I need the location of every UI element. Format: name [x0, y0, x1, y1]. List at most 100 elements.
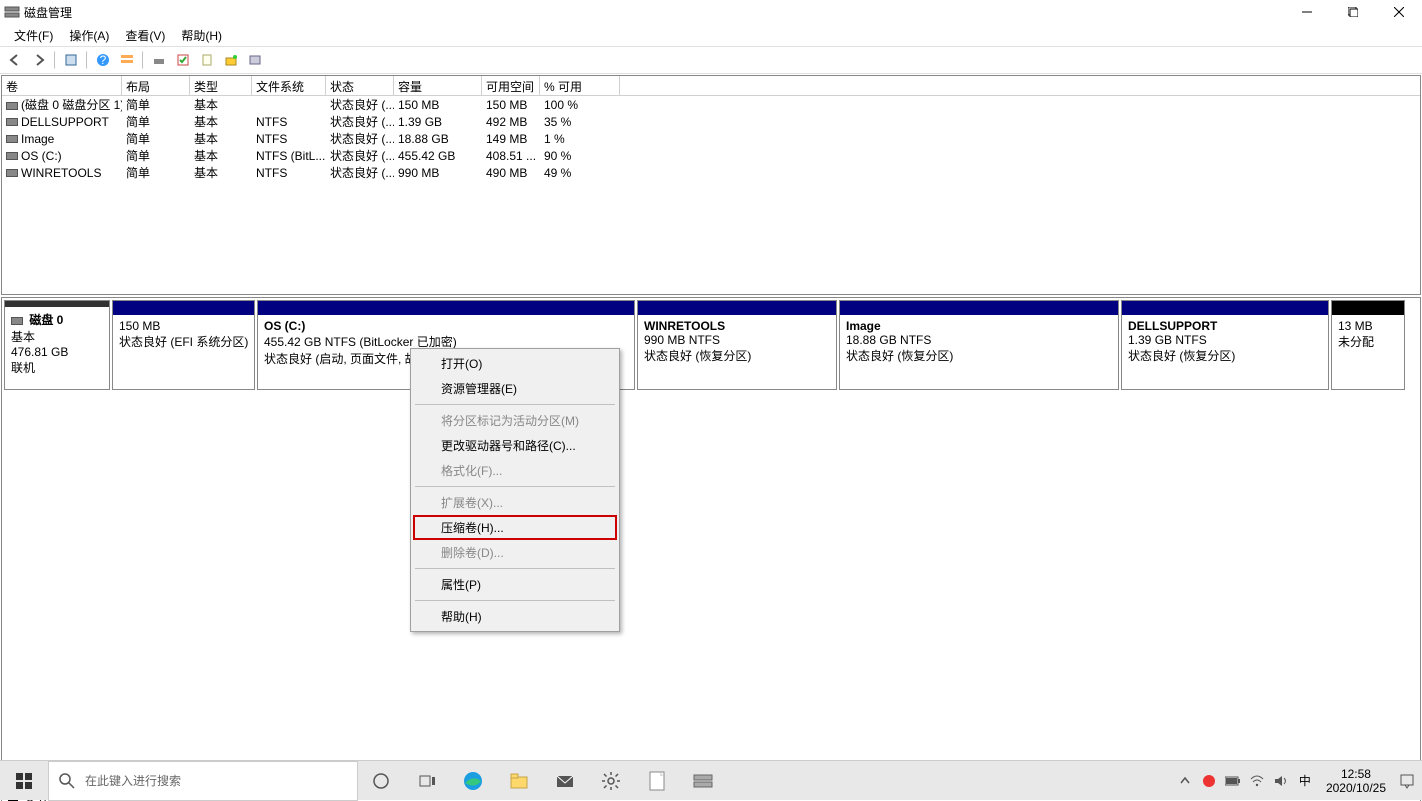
help-icon[interactable]: ? — [92, 49, 114, 71]
cell: 49 % — [540, 166, 620, 180]
column-header[interactable]: % 可用 — [540, 76, 620, 95]
mail-icon[interactable] — [542, 761, 588, 801]
partition-name: Image — [846, 319, 1112, 333]
column-header[interactable]: 布局 — [122, 76, 190, 95]
ctx-help[interactable]: 帮助(H) — [413, 604, 617, 629]
tray-volume-icon[interactable] — [1272, 772, 1290, 790]
tool-icon[interactable] — [148, 49, 170, 71]
ctx-shrink[interactable]: 压缩卷(H)... — [413, 515, 617, 540]
start-button[interactable] — [0, 761, 48, 801]
back-button[interactable] — [4, 49, 26, 71]
cell: 简单 — [122, 113, 190, 130]
cell: 基本 — [190, 130, 252, 147]
settings-icon[interactable] — [588, 761, 634, 801]
tray-chevron-icon[interactable] — [1176, 772, 1194, 790]
menu-help[interactable]: 帮助(H) — [173, 25, 230, 46]
disk-label: 磁盘 0 — [29, 313, 63, 327]
partition[interactable]: WINRETOOLS990 MB NTFS状态良好 (恢复分区) — [637, 300, 837, 390]
diskmgmt-taskbar-icon[interactable] — [680, 761, 726, 801]
partition-name: DELLSUPPORT — [1128, 319, 1322, 333]
tool-icon[interactable] — [244, 49, 266, 71]
volume-list: 卷布局类型文件系统状态容量可用空间% 可用 (磁盘 0 磁盘分区 1)简单基本状… — [1, 75, 1421, 295]
partition[interactable]: Image18.88 GB NTFS状态良好 (恢复分区) — [839, 300, 1119, 390]
cell: NTFS — [252, 115, 326, 129]
cell: 状态良好 (... — [326, 164, 394, 181]
tray-ime[interactable]: 中 — [1296, 772, 1314, 790]
column-header[interactable]: 可用空间 — [482, 76, 540, 95]
taskview-icon[interactable] — [404, 761, 450, 801]
tray-battery-icon[interactable] — [1224, 772, 1242, 790]
partition-size: 150 MB — [119, 319, 248, 333]
cell: 35 % — [540, 115, 620, 129]
volume-row[interactable]: (磁盘 0 磁盘分区 1)简单基本状态良好 (...150 MB150 MB10… — [2, 96, 1420, 113]
edge-icon[interactable] — [450, 761, 496, 801]
tray-notifications-icon[interactable] — [1398, 772, 1416, 790]
toolbar-separator — [142, 51, 144, 69]
cell: WINRETOOLS — [2, 166, 122, 180]
refresh-icon[interactable] — [60, 49, 82, 71]
menu-file[interactable]: 文件(F) — [6, 25, 61, 46]
column-header[interactable]: 容量 — [394, 76, 482, 95]
tool-icon[interactable] — [220, 49, 242, 71]
cell: 简单 — [122, 130, 190, 147]
svg-text:?: ? — [100, 53, 107, 67]
cell: 455.42 GB — [394, 149, 482, 163]
ctx-separator — [415, 600, 615, 601]
cell: NTFS (BitL... — [252, 149, 326, 163]
tray-wifi-icon[interactable] — [1248, 772, 1266, 790]
cell: 18.88 GB — [394, 132, 482, 146]
tool-icon[interactable] — [196, 49, 218, 71]
cell: 状态良好 (... — [326, 147, 394, 164]
search-input[interactable]: 在此键入进行搜索 — [48, 761, 358, 801]
disk-info[interactable]: 磁盘 0 基本 476.81 GB 联机 — [4, 300, 110, 390]
volume-row[interactable]: DELLSUPPORT简单基本NTFS状态良好 (...1.39 GB492 M… — [2, 113, 1420, 130]
menu-action[interactable]: 操作(A) — [61, 25, 117, 46]
context-menu: 打开(O) 资源管理器(E) 将分区标记为活动分区(M) 更改驱动器号和路径(C… — [410, 348, 620, 632]
cell: 状态良好 (... — [326, 96, 394, 113]
partition-name: WINRETOOLS — [644, 319, 830, 333]
disk-icon — [11, 317, 23, 325]
partition-name: OS (C:) — [264, 319, 628, 333]
toolbar-separator — [86, 51, 88, 69]
disk-row: 磁盘 0 基本 476.81 GB 联机 150 MB状态良好 (EFI 系统分… — [4, 300, 1418, 390]
cell: NTFS — [252, 132, 326, 146]
ctx-open[interactable]: 打开(O) — [413, 351, 617, 376]
minimize-button[interactable] — [1284, 0, 1330, 24]
column-header[interactable]: 文件系统 — [252, 76, 326, 95]
cell: 90 % — [540, 149, 620, 163]
tool-icon[interactable] — [172, 49, 194, 71]
menu-view[interactable]: 查看(V) — [117, 25, 173, 46]
explorer-icon[interactable] — [496, 761, 542, 801]
view-icon[interactable] — [116, 49, 138, 71]
partition[interactable]: 150 MB状态良好 (EFI 系统分区) — [112, 300, 255, 390]
ctx-change-letter[interactable]: 更改驱动器号和路径(C)... — [413, 433, 617, 458]
maximize-button[interactable] — [1330, 0, 1376, 24]
menu-bar: 文件(F) 操作(A) 查看(V) 帮助(H) — [0, 24, 1422, 46]
title-bar: 磁盘管理 — [0, 0, 1422, 24]
cell: 490 MB — [482, 166, 540, 180]
tray-clock[interactable]: 12:58 2020/10/25 — [1320, 767, 1392, 795]
tray-qq-icon[interactable] — [1200, 772, 1218, 790]
app-icon — [4, 4, 20, 20]
forward-button[interactable] — [28, 49, 50, 71]
ctx-explorer[interactable]: 资源管理器(E) — [413, 376, 617, 401]
column-header[interactable]: 类型 — [190, 76, 252, 95]
cortana-icon[interactable] — [358, 761, 404, 801]
partition[interactable]: 13 MB未分配 — [1331, 300, 1405, 390]
volume-row[interactable]: OS (C:)简单基本NTFS (BitL...状态良好 (...455.42 … — [2, 147, 1420, 164]
volume-row[interactable]: Image简单基本NTFS状态良好 (...18.88 GB149 MB1 % — [2, 130, 1420, 147]
cell: 150 MB — [482, 98, 540, 112]
column-header[interactable]: 状态 — [326, 76, 394, 95]
disk-size: 476.81 GB — [11, 345, 103, 359]
volume-row[interactable]: WINRETOOLS简单基本NTFS状态良好 (...990 MB490 MB4… — [2, 164, 1420, 181]
notepad-icon[interactable] — [634, 761, 680, 801]
cell: 492 MB — [482, 115, 540, 129]
cell: 基本 — [190, 113, 252, 130]
partition-status: 未分配 — [1338, 333, 1398, 350]
close-button[interactable] — [1376, 0, 1422, 24]
partition-size: 990 MB NTFS — [644, 333, 830, 347]
column-header[interactable]: 卷 — [2, 76, 122, 95]
taskbar: 在此键入进行搜索 中 12:58 2020/10/25 — [0, 760, 1422, 800]
ctx-properties[interactable]: 属性(P) — [413, 572, 617, 597]
partition[interactable]: DELLSUPPORT1.39 GB NTFS状态良好 (恢复分区) — [1121, 300, 1329, 390]
